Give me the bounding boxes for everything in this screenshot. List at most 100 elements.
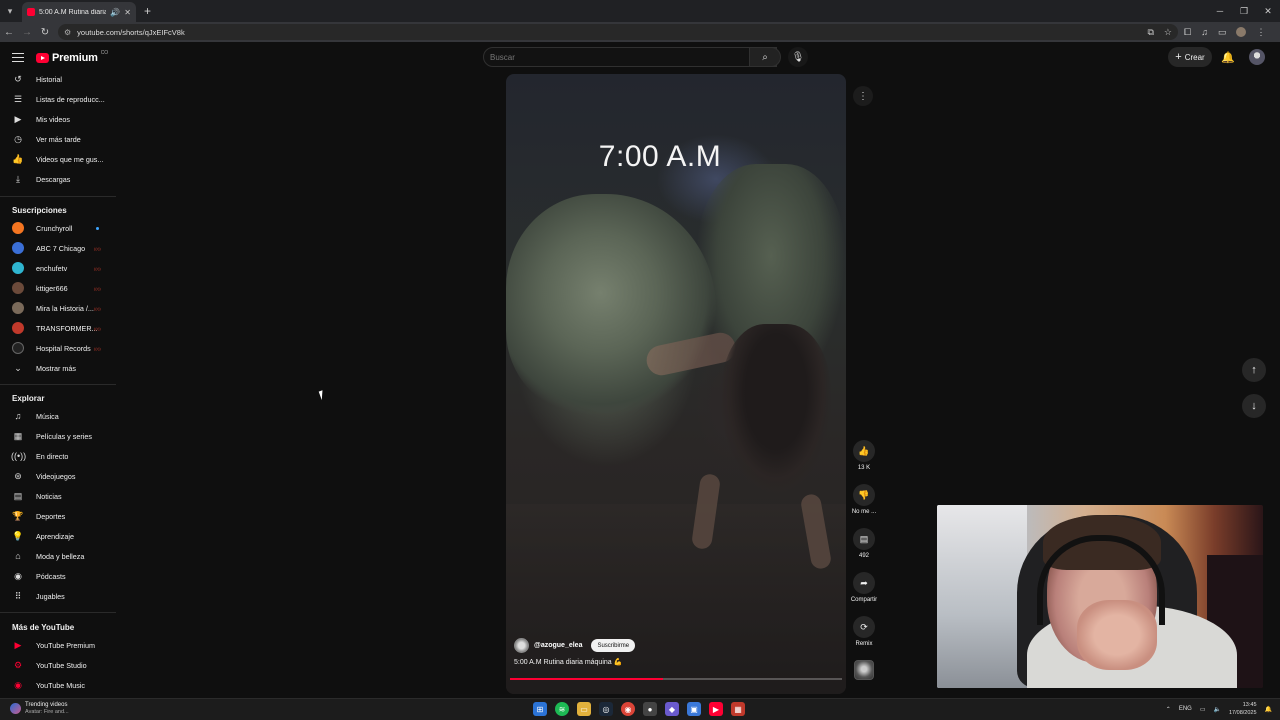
chrome-icon[interactable]: ◉ [621, 702, 635, 716]
notification-center-icon[interactable]: 🔔 [1265, 706, 1272, 713]
sidebar-channel-crunchyroll[interactable]: Crunchyroll [0, 218, 116, 238]
next-short-button[interactable]: ↓ [1242, 394, 1266, 418]
tab-search-chevron-icon[interactable]: ▾ [0, 0, 20, 22]
sidebar-item-fashion[interactable]: ⌂ Moda y belleza [0, 546, 116, 566]
taskbar-clock[interactable]: 13:45 17/08/2025 [1229, 701, 1257, 717]
news-widget[interactable]: Trending videos Avatar: Fire and... [10, 701, 69, 716]
sidebar-item-my-videos[interactable]: ▶ Mis videos [0, 109, 116, 129]
browser-profile-avatar[interactable] [1236, 27, 1247, 37]
maximize-icon[interactable]: ❐ [1232, 6, 1256, 17]
comments-button[interactable]: ▤ [853, 528, 875, 550]
short-caption[interactable]: 5:00 A.M Rutina diaria máquina 💪 [514, 658, 635, 666]
browser-menu-icon[interactable]: ⋮ [1256, 27, 1265, 38]
language-indicator[interactable]: ENG [1179, 706, 1192, 712]
create-button[interactable]: + Crear [1168, 47, 1212, 67]
volume-icon[interactable]: 🔈 [1214, 706, 1221, 713]
file-explorer-icon[interactable]: ▭ [577, 702, 591, 716]
audio-playing-icon[interactable]: 🔊 [110, 8, 120, 17]
remix-button[interactable]: ⟳ [853, 616, 875, 638]
window-close-icon[interactable]: ✕ [1256, 6, 1280, 17]
media-control-icon[interactable]: ♫ [1201, 27, 1208, 37]
live-indicator-icon: ((•)) [94, 265, 101, 271]
extensions-icon[interactable]: ⧠ [1184, 27, 1191, 38]
sidebar-item-youtube-studio[interactable]: ⚙ YouTube Studio [0, 655, 116, 675]
dislike-button[interactable]: 👎 [853, 484, 875, 506]
sidebar-item-gaming[interactable]: ⊛ Videojuegos [0, 466, 116, 486]
minimize-icon[interactable]: ─ [1208, 6, 1232, 16]
youtube-favicon-icon [27, 8, 35, 16]
sidebar-item-playables[interactable]: ⠿ Jugables [0, 586, 116, 606]
bookmark-star-icon[interactable]: ☆ [1164, 27, 1172, 38]
sidebar-item-youtube-music[interactable]: ◉ YouTube Music [0, 675, 116, 695]
tab-close-icon[interactable]: ✕ [124, 8, 131, 17]
new-tab-plus-icon[interactable]: + [144, 4, 151, 18]
open-in-app-icon[interactable]: ⧉ [1147, 27, 1153, 38]
app-shield-icon[interactable]: ◆ [665, 702, 679, 716]
sidebar-item-learning[interactable]: 💡 Aprendizaje [0, 526, 116, 546]
voice-search-button[interactable]: 🎙 [788, 47, 808, 67]
previous-short-button[interactable]: ↑ [1242, 358, 1266, 382]
sidebar-item-podcasts[interactable]: ◉ Pódcasts [0, 566, 116, 586]
sidebar-item-news[interactable]: ▤ Noticias [0, 486, 116, 506]
windows-start-icon[interactable]: ⊞ [533, 702, 547, 716]
url-omnibox[interactable]: ⚙ youtube.com/shorts/qJxEIFcV8k ⧉ ☆ [58, 24, 1178, 40]
reload-icon[interactable]: ↻ [36, 27, 54, 38]
sidebar-item-live[interactable]: ((•)) En directo [0, 446, 116, 466]
live-indicator-icon: ((•)) [94, 325, 101, 331]
grid-icon: ⠿ [14, 590, 22, 601]
sidebar-item-watch-later[interactable]: ◷ Ver más tarde [0, 129, 116, 149]
sidebar-channel-hospital-records[interactable]: Hospital Records ((•)) [0, 338, 116, 358]
github-icon[interactable]: ● [643, 702, 657, 716]
subscriptions-heading[interactable]: Suscripciones [12, 206, 67, 215]
sidebar-channel-mira-la-historia[interactable]: Mira la Historia /... ((•)) [0, 298, 116, 318]
spotify-icon[interactable]: ≋ [555, 702, 569, 716]
search-button[interactable]: ⌕ [749, 47, 781, 67]
sidebar-item-historial[interactable]: ↺ Historial [0, 69, 116, 89]
youtube-studio-icon: ⚙ [13, 659, 23, 670]
sidebar-channel-abc7[interactable]: ABC 7 Chicago ((•)) [0, 238, 116, 258]
forward-arrow-icon[interactable]: → [18, 27, 36, 38]
channel-avatar [12, 342, 24, 354]
like-button[interactable]: 👍 [853, 440, 875, 462]
sidebar-item-sports[interactable]: 🏆 Deportes [0, 506, 116, 526]
sidebar-item-downloads[interactable]: ⤓ Descargas [0, 169, 116, 189]
calendar-app-icon[interactable]: ▦ [731, 702, 745, 716]
sidebar-item-music[interactable]: ♫ Música [0, 406, 116, 426]
webcam-overlay [937, 505, 1263, 688]
subscribe-button[interactable]: Suscribirme [591, 639, 636, 652]
back-arrow-icon[interactable]: ← [0, 27, 18, 38]
hamburger-menu-icon[interactable] [12, 53, 24, 62]
youtube-app-icon[interactable]: ▶ [709, 702, 723, 716]
channel-avatar[interactable] [514, 638, 529, 653]
notifications-bell-icon[interactable]: 🔔 [1221, 51, 1235, 64]
show-more-button[interactable]: ⌄ Mostrar más [0, 358, 116, 378]
network-icon[interactable]: ▭ [1200, 706, 1206, 713]
more-options-button[interactable]: ⋮ [853, 86, 873, 106]
sidebar-channel-transformers[interactable]: TRANSFORMER... ((•)) [0, 318, 116, 338]
shorts-video-player[interactable]: 7:00 A.M @azogue_elea Suscribirme 5:00 A… [506, 74, 846, 694]
sound-thumbnail[interactable] [854, 660, 874, 680]
video-progress-bar[interactable] [510, 678, 842, 680]
sidebar-item-youtube-premium[interactable]: ▶ YouTube Premium [0, 635, 116, 655]
account-avatar[interactable] [1249, 49, 1265, 65]
remix-action: ⟳ Remix [846, 616, 882, 647]
thumbs-up-icon: 👍 [858, 445, 870, 456]
steam-icon[interactable]: ◎ [599, 702, 613, 716]
sidebar-divider [0, 384, 116, 385]
system-tray: ⌃ ENG ▭ 🔈 13:45 17/08/2025 🔔 [1166, 701, 1272, 717]
sidebar-item-liked-videos[interactable]: 👍 Videos que me gus... [0, 149, 116, 169]
share-button[interactable]: ➦ [853, 572, 875, 594]
channel-name-link[interactable]: @azogue_elea [534, 642, 582, 649]
sidebar-channel-enchufetv[interactable]: enchufetv ((•)) [0, 258, 116, 278]
youtube-premium-logo[interactable]: Premium CO [36, 50, 108, 64]
site-info-icon[interactable]: ⚙ [64, 28, 71, 37]
search-input[interactable] [484, 48, 744, 66]
sidebar-item-movies[interactable]: ▦ Películas y series [0, 426, 116, 446]
side-panel-icon[interactable]: ▭ [1218, 27, 1227, 38]
sidebar-item-playlists[interactable]: ☰ Listas de reproducc... [0, 89, 116, 109]
sidebar-channel-kttiger666[interactable]: kttiger666 ((•)) [0, 278, 116, 298]
store-icon[interactable]: ▣ [687, 702, 701, 716]
browser-tab-active[interactable]: 5:00 A.M Rutina diaria máq 🔊 ✕ [22, 2, 136, 22]
channel-avatar [12, 242, 24, 254]
tray-overflow-icon[interactable]: ⌃ [1166, 706, 1171, 713]
